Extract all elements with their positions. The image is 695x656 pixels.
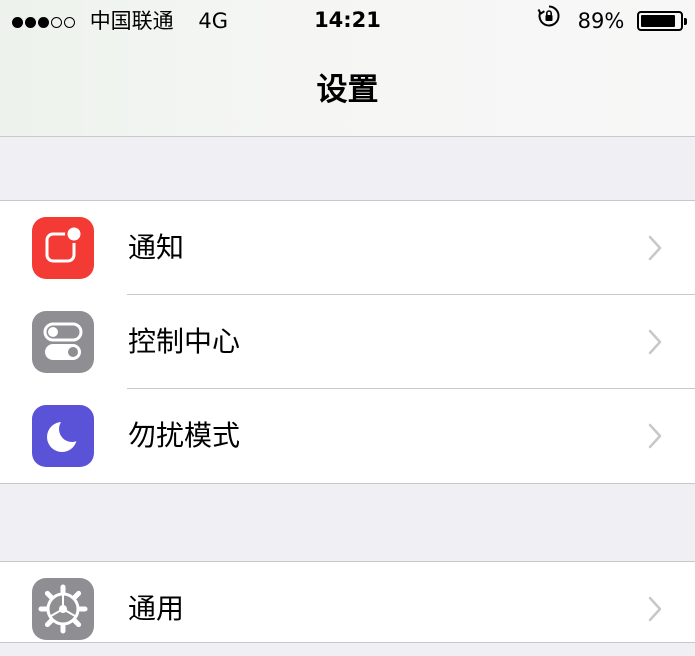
chevron-right-icon (647, 234, 663, 266)
navigation-header: 中国联通 4G 14:21 89% 设置 (0, 0, 695, 137)
settings-group-2: 通用 (0, 561, 695, 643)
settings-group-1: 通知 控制中心 勿扰模式 (0, 200, 695, 484)
moon-icon (32, 405, 94, 467)
settings-row-label: 通用 (128, 592, 185, 625)
notifications-icon (32, 217, 94, 279)
gear-icon (32, 578, 94, 640)
settings-row-control-center[interactable]: 控制中心 (0, 295, 695, 389)
settings-row-label: 勿扰模式 (128, 419, 241, 452)
settings-row-general[interactable]: 通用 (0, 562, 695, 656)
chevron-right-icon (647, 328, 663, 360)
settings-row-do-not-disturb[interactable]: 勿扰模式 (0, 389, 695, 483)
battery-icon (637, 11, 687, 31)
battery-percent: 89% (577, 9, 625, 33)
chevron-right-icon (647, 595, 663, 627)
control-center-icon (32, 311, 94, 373)
status-bar: 中国联通 4G 14:21 89% (0, 0, 695, 40)
chevron-right-icon (647, 422, 663, 454)
rotation-lock-icon (537, 1, 561, 41)
settings-row-label: 控制中心 (128, 325, 241, 358)
page-title: 设置 (316, 72, 379, 108)
settings-row-notifications[interactable]: 通知 (0, 201, 695, 295)
settings-row-label: 通知 (128, 231, 185, 264)
